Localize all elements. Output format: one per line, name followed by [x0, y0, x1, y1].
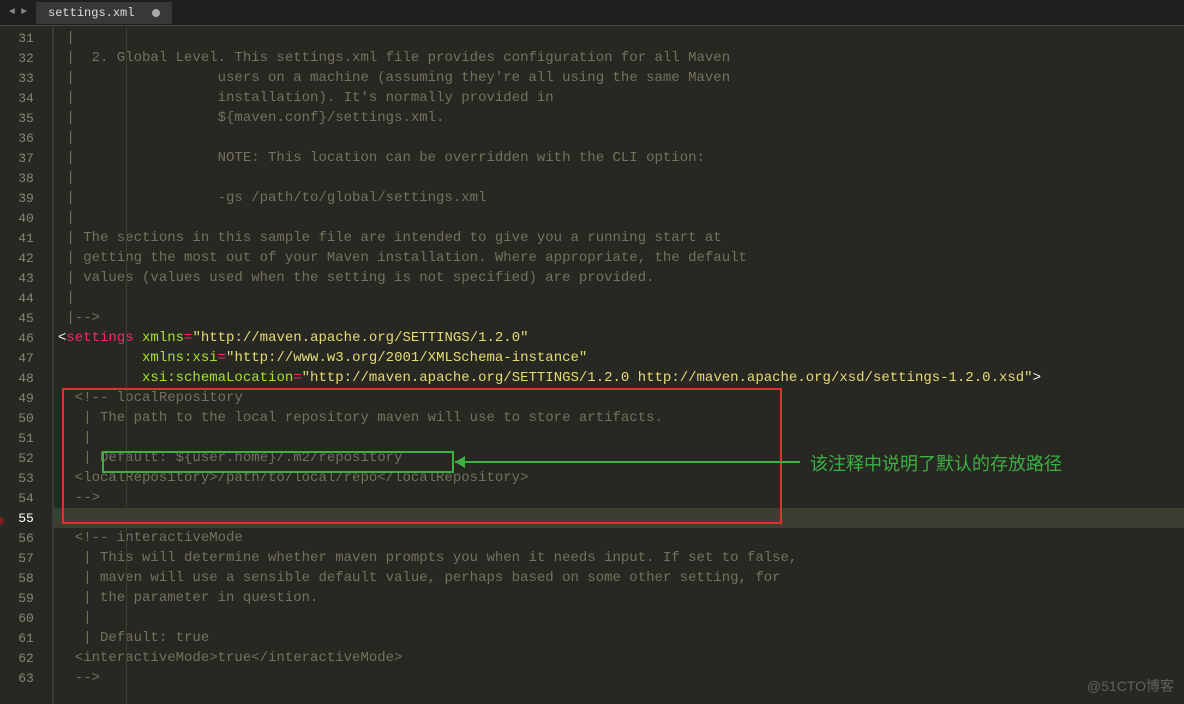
- annotation-text: 该注释中说明了默认的存放路径: [810, 450, 1062, 476]
- code-line[interactable]: <!-- localRepository: [54, 388, 1184, 408]
- tab-modified-icon: [152, 9, 160, 17]
- line-number: 63: [0, 668, 52, 688]
- line-number: 35: [0, 108, 52, 128]
- line-number: 37: [0, 148, 52, 168]
- code-line[interactable]: |: [54, 428, 1184, 448]
- code-line[interactable]: xmlns:xsi="http://www.w3.org/2001/XMLSch…: [54, 348, 1184, 368]
- line-number: 44: [0, 288, 52, 308]
- line-number: 62: [0, 648, 52, 668]
- code-line[interactable]: |-->: [54, 308, 1184, 328]
- code-line[interactable]: | values (values used when the setting i…: [54, 268, 1184, 288]
- code-line[interactable]: | Default: true: [54, 628, 1184, 648]
- line-number: 57: [0, 548, 52, 568]
- line-number: 31: [0, 28, 52, 48]
- annotation-arrow: [455, 461, 800, 463]
- line-number: 45: [0, 308, 52, 328]
- line-number: 51: [0, 428, 52, 448]
- code-line[interactable]: |: [54, 128, 1184, 148]
- code-line[interactable]: -->: [54, 668, 1184, 688]
- code-line[interactable]: |: [54, 168, 1184, 188]
- line-number: 50: [0, 408, 52, 428]
- code-line[interactable]: | installation). It's normally provided …: [54, 88, 1184, 108]
- line-number: 33: [0, 68, 52, 88]
- nav-arrows: ◄ ►: [0, 7, 36, 18]
- code-line[interactable]: | maven will use a sensible default valu…: [54, 568, 1184, 588]
- line-number: 47: [0, 348, 52, 368]
- line-number: 41: [0, 228, 52, 248]
- line-number: 38: [0, 168, 52, 188]
- line-number: 43: [0, 268, 52, 288]
- line-number: 54: [0, 488, 52, 508]
- code-line[interactable]: | -gs /path/to/global/settings.xml: [54, 188, 1184, 208]
- code-line[interactable]: | ${maven.conf}/settings.xml.: [54, 108, 1184, 128]
- line-number: 36: [0, 128, 52, 148]
- code-line[interactable]: [54, 508, 1184, 528]
- code-line[interactable]: | the parameter in question.: [54, 588, 1184, 608]
- line-number: 55: [0, 508, 52, 528]
- code-line[interactable]: | NOTE: This location can be overridden …: [54, 148, 1184, 168]
- code-line[interactable]: | users on a machine (assuming they're a…: [54, 68, 1184, 88]
- code-line[interactable]: xsi:schemaLocation="http://maven.apache.…: [54, 368, 1184, 388]
- indent-ruler: [126, 26, 127, 704]
- line-number: 48: [0, 368, 52, 388]
- code-line[interactable]: <!-- interactiveMode: [54, 528, 1184, 548]
- code-line[interactable]: | 2. Global Level. This settings.xml fil…: [54, 48, 1184, 68]
- line-number: 59: [0, 588, 52, 608]
- code-line[interactable]: |: [54, 288, 1184, 308]
- nav-back-icon[interactable]: ◄: [6, 7, 18, 18]
- line-number: 34: [0, 88, 52, 108]
- line-number: 58: [0, 568, 52, 588]
- line-number: 52: [0, 448, 52, 468]
- line-number: 60: [0, 608, 52, 628]
- code-line[interactable]: <interactiveMode>true</interactiveMode>: [54, 648, 1184, 668]
- line-number: 32: [0, 48, 52, 68]
- watermark-text: @51CTO博客: [1087, 676, 1174, 696]
- editor: 3132333435363738394041424344454647484950…: [0, 26, 1184, 704]
- code-line[interactable]: |: [54, 208, 1184, 228]
- line-number: 46: [0, 328, 52, 348]
- line-number-gutter: 3132333435363738394041424344454647484950…: [0, 26, 54, 704]
- line-number: 39: [0, 188, 52, 208]
- code-line[interactable]: |: [54, 608, 1184, 628]
- tab-label: settings.xml: [48, 6, 134, 20]
- line-number: 49: [0, 388, 52, 408]
- line-number: 40: [0, 208, 52, 228]
- code-line[interactable]: | The path to the local repository maven…: [54, 408, 1184, 428]
- tab-bar: ◄ ► settings.xml: [0, 0, 1184, 26]
- code-area[interactable]: | | 2. Global Level. This settings.xml f…: [54, 26, 1184, 704]
- line-number: 56: [0, 528, 52, 548]
- code-line[interactable]: |: [54, 28, 1184, 48]
- code-line[interactable]: | The sections in this sample file are i…: [54, 228, 1184, 248]
- line-number: 53: [0, 468, 52, 488]
- line-number: 42: [0, 248, 52, 268]
- code-line[interactable]: | This will determine whether maven prom…: [54, 548, 1184, 568]
- code-line[interactable]: | getting the most out of your Maven ins…: [54, 248, 1184, 268]
- code-line[interactable]: <settings xmlns="http://maven.apache.org…: [54, 328, 1184, 348]
- code-line[interactable]: -->: [54, 488, 1184, 508]
- line-number: 61: [0, 628, 52, 648]
- nav-forward-icon[interactable]: ►: [18, 7, 30, 18]
- arrow-head-left-icon: [455, 456, 465, 468]
- tab-settings-xml[interactable]: settings.xml: [36, 2, 173, 24]
